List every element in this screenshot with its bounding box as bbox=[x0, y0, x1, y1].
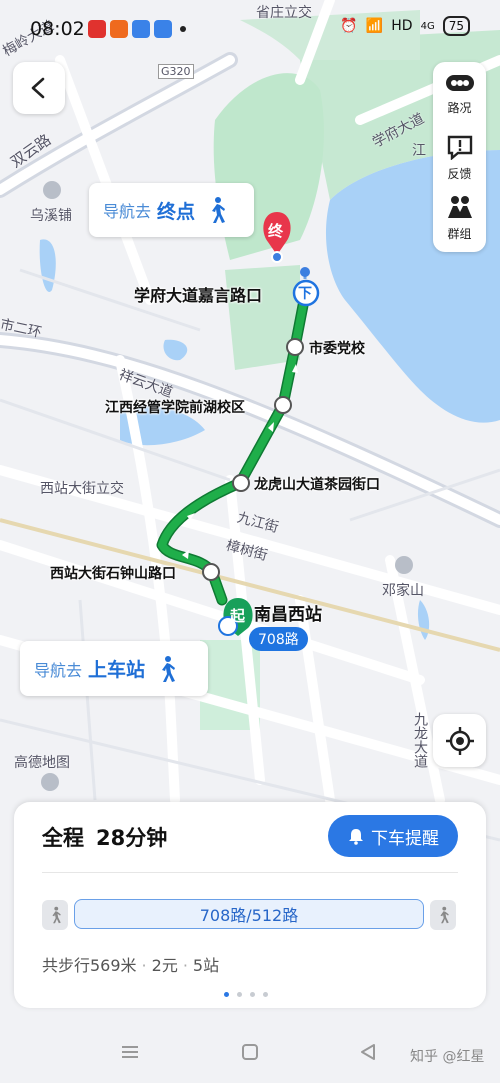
stop-label-start[interactable]: 南昌西站 bbox=[254, 600, 322, 625]
stop-circle-s3 bbox=[232, 474, 250, 492]
map-label-amap: 高德地图 bbox=[14, 755, 70, 771]
start-marker-text: 起 bbox=[230, 607, 246, 625]
map-label-g320: G320 bbox=[158, 64, 194, 79]
feedback-icon bbox=[447, 135, 472, 161]
navigate-to-stop-prefix: 导航去 bbox=[34, 660, 83, 680]
status-time: 08:02 bbox=[30, 18, 85, 40]
battery-indicator: 75 bbox=[442, 16, 470, 36]
more-notifications-dot bbox=[180, 26, 186, 32]
app-notification-icon bbox=[110, 20, 128, 38]
feedback-label: 反馈 bbox=[447, 167, 472, 181]
bell-icon bbox=[349, 829, 363, 845]
stop-label-s3[interactable]: 龙虎山大道茶园街口 bbox=[254, 474, 380, 494]
navigate-to-stop-dest: 上车站 bbox=[88, 659, 146, 681]
fare: 2元 bbox=[151, 956, 178, 975]
crosshair-icon bbox=[445, 726, 474, 755]
stop-circle-s2 bbox=[274, 396, 292, 414]
walking-icon bbox=[52, 906, 61, 924]
walking-icon bbox=[440, 906, 449, 924]
divider bbox=[42, 872, 458, 873]
route-duration-prefix: 全程 bbox=[42, 826, 84, 850]
poi-amap-icon bbox=[41, 773, 59, 791]
stop-count: 5站 bbox=[192, 956, 220, 975]
poi-dengjiashan-icon bbox=[395, 556, 413, 574]
alight-reminder-label: 下车提醒 bbox=[371, 828, 439, 849]
menu-icon[interactable] bbox=[120, 1044, 140, 1060]
get-off-marker-text: 下 bbox=[298, 286, 312, 302]
navigate-to-end-dest: 终点 bbox=[157, 200, 196, 223]
stop-label-s1[interactable]: 市委党校 bbox=[309, 338, 365, 358]
app-notification-icon bbox=[154, 20, 172, 38]
page-dot bbox=[250, 992, 255, 997]
home-icon[interactable] bbox=[240, 1043, 260, 1061]
page-dot bbox=[263, 992, 268, 997]
app-notification-icon bbox=[88, 20, 106, 38]
walking-icon bbox=[162, 655, 176, 682]
feedback-button[interactable]: 反馈 bbox=[433, 134, 486, 182]
page-dot-active bbox=[224, 992, 229, 997]
map-label-jiulong: 九龙大道 bbox=[412, 712, 428, 768]
navigate-to-end-prefix: 导航去 bbox=[103, 202, 152, 221]
route-summary-panel[interactable]: 全程 28分钟 下车提醒 708路/512路 共步行569米 · 2元 · 5站 bbox=[14, 802, 486, 1008]
stop-label-s4[interactable]: 西站大街石钟山路口 bbox=[50, 563, 176, 583]
bus-route-segment[interactable]: 708路/512路 bbox=[74, 899, 424, 929]
stop-label-s2[interactable]: 江西经管学院前湖校区 bbox=[105, 397, 245, 417]
route-badge[interactable]: 708路 bbox=[249, 627, 308, 651]
hd-indicator: HD bbox=[391, 18, 413, 34]
poi-wuxipu-icon bbox=[43, 181, 61, 199]
watermark: 知乎 @红星 bbox=[410, 1049, 485, 1065]
map-label-xizhan-interchange: 西站大街立交 bbox=[40, 481, 124, 497]
walk-start-segment bbox=[42, 900, 68, 930]
back-button[interactable] bbox=[13, 62, 65, 114]
group-label: 群组 bbox=[447, 227, 472, 241]
map-label-wuxipu: 乌溪铺 bbox=[30, 208, 72, 224]
status-indicators: ⏰ 📶 HD 4G 75 bbox=[340, 16, 470, 36]
route-duration: 全程 28分钟 bbox=[42, 822, 167, 852]
alarm-icon: ⏰ bbox=[340, 18, 358, 34]
page-indicator bbox=[224, 992, 268, 997]
wifi-icon: 📶 bbox=[365, 18, 384, 34]
walk-distance: 共步行569米 bbox=[42, 956, 137, 975]
walk-end-segment bbox=[430, 900, 456, 930]
traffic-label: 路况 bbox=[447, 101, 472, 115]
chevron-left-icon bbox=[31, 77, 45, 99]
page-dot bbox=[237, 992, 242, 997]
alight-reminder-button[interactable]: 下车提醒 bbox=[328, 815, 458, 857]
navigate-to-stop-card[interactable]: 导航去 上车站 bbox=[20, 641, 208, 696]
traffic-icon bbox=[445, 75, 474, 91]
route-duration-value: 28分钟 bbox=[96, 826, 168, 850]
map-tools-panel: 路况 反馈 群组 bbox=[433, 62, 486, 252]
walking-icon bbox=[212, 197, 226, 223]
stop-circle-s1 bbox=[286, 338, 304, 356]
group-button[interactable]: 群组 bbox=[433, 194, 486, 242]
status-bar: 08:02 ⏰ 📶 HD 4G 75 bbox=[0, 0, 500, 60]
group-icon bbox=[447, 196, 472, 218]
stop-label-end[interactable]: 学府大道嘉言路口 bbox=[134, 282, 262, 306]
app-notification-icon bbox=[132, 20, 150, 38]
stop-circle-s4 bbox=[202, 563, 220, 581]
locate-me-button[interactable] bbox=[433, 714, 486, 767]
navigate-to-end-card[interactable]: 导航去 终点 bbox=[89, 183, 254, 237]
route-details: 共步行569米 · 2元 · 5站 bbox=[42, 956, 220, 975]
map-label-dengjiashan: 邓家山 bbox=[382, 583, 424, 599]
traffic-button[interactable]: 路况 bbox=[433, 72, 486, 116]
notification-icons bbox=[88, 20, 186, 38]
back-triangle-icon[interactable] bbox=[358, 1042, 378, 1062]
end-marker-text: 终 bbox=[268, 222, 284, 240]
network-indicator: 4G bbox=[420, 20, 435, 32]
map-label-jiang: 江 bbox=[412, 143, 426, 159]
